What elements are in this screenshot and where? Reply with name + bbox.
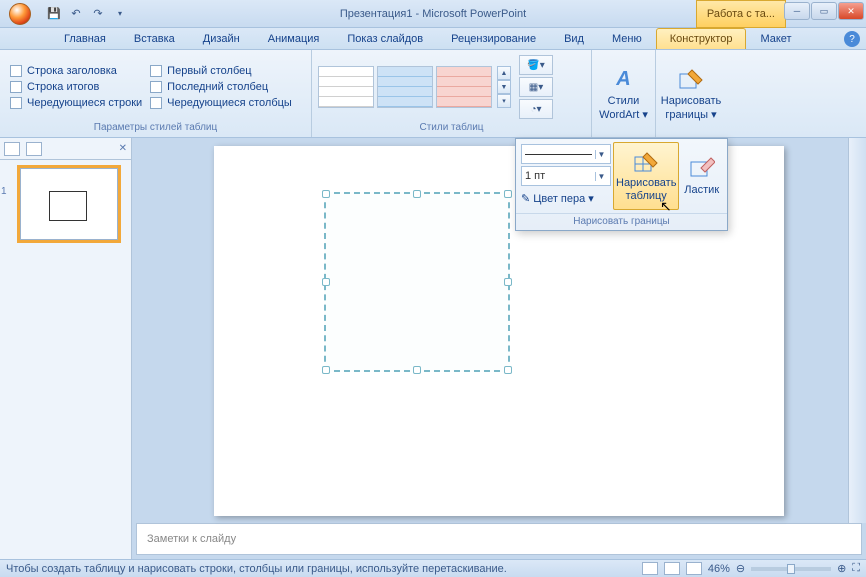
zoom-in-button[interactable]: ⊕ (837, 562, 846, 575)
tab-slideshow[interactable]: Показ слайдов (333, 28, 437, 49)
check-header-row[interactable]: Строка заголовка (10, 65, 142, 77)
maximize-button[interactable]: ▭ (811, 2, 837, 20)
notes-placeholder: Заметки к слайду (147, 533, 236, 545)
wordart-icon: A (610, 65, 638, 93)
gallery-up-icon[interactable]: ▲ (497, 66, 511, 80)
table-selection-frame[interactable] (324, 192, 510, 372)
window-controls: ─ ▭ ✕ (784, 2, 864, 20)
tab-view[interactable]: Вид (550, 28, 598, 49)
draw-table-button[interactable]: Нарисовать таблицу (613, 142, 679, 210)
eraser-icon (689, 156, 715, 182)
office-button[interactable] (0, 0, 40, 28)
tab-constructor[interactable]: Конструктор (656, 28, 747, 49)
style-thumb-1[interactable] (318, 66, 374, 108)
normal-view-button[interactable] (642, 562, 658, 575)
group-title-styles: Стили таблиц (318, 121, 585, 134)
eraser-button[interactable]: Ластик (679, 142, 724, 210)
effects-button[interactable]: ◔▾ (519, 99, 553, 119)
check-last-column[interactable]: Последний столбец (150, 81, 292, 93)
slides-panel-tabs: ✕ (0, 138, 131, 160)
table-styles-gallery[interactable]: ▲ ▼ ▾ (318, 66, 511, 108)
status-hint: Чтобы создать таблицу и нарисовать строк… (6, 563, 507, 575)
check-first-column[interactable]: Первый столбец (150, 65, 292, 77)
tab-menu[interactable]: Меню (598, 28, 656, 49)
canvas-area: Заметки к слайду (132, 138, 866, 559)
gallery-more-icon[interactable]: ▾ (497, 94, 511, 108)
group-title-options: Параметры стилей таблиц (6, 121, 305, 134)
panel-close-icon[interactable]: ✕ (119, 143, 127, 154)
save-icon[interactable]: 💾 (46, 6, 62, 22)
draw-borders-icon (677, 65, 705, 93)
borders-button[interactable]: ▦▾ (519, 77, 553, 97)
style-thumb-2[interactable] (377, 66, 433, 108)
tab-home[interactable]: Главная (50, 28, 120, 49)
zoom-value: 46% (708, 563, 730, 575)
slide-number: 1 (1, 186, 7, 197)
ribbon-tabs: Главная Вставка Дизайн Анимация Показ сл… (0, 28, 866, 50)
undo-icon[interactable]: ↶ (68, 6, 84, 22)
group-table-style-options: Строка заголовка Строка итогов Чередующи… (0, 50, 312, 137)
pen-color-button[interactable]: ✎ Цвет пера ▾ (521, 188, 611, 208)
slides-tab-icon[interactable] (4, 142, 20, 156)
draw-borders-popup: ▼ 1 пт ▼ ✎ Цвет пера ▾ Нарисовать таблиц… (515, 138, 728, 231)
vertical-scrollbar[interactable] (848, 138, 866, 523)
wordart-styles-button[interactable]: A Стили WordArt ▾ (598, 61, 649, 127)
status-bar: Чтобы создать таблицу и нарисовать строк… (0, 559, 866, 577)
pen-weight-combo[interactable]: 1 пт ▼ (521, 166, 611, 186)
slide-canvas[interactable] (132, 138, 866, 523)
fit-to-window-button[interactable]: ⛶ (852, 562, 860, 575)
chevron-down-icon: ▼ (595, 150, 607, 159)
check-banded-columns[interactable]: Чередующиеся столбцы (150, 97, 292, 109)
notes-pane[interactable]: Заметки к слайду (136, 523, 862, 555)
check-total-row[interactable]: Строка итогов (10, 81, 142, 93)
draw-table-icon (633, 149, 659, 175)
tab-layout[interactable]: Макет (746, 28, 805, 49)
chevron-down-icon: ▼ (595, 172, 607, 181)
shading-button[interactable]: 🪣▾ (519, 55, 553, 75)
titlebar: 💾 ↶ ↷ ▾ Презентация1 - Microsoft PowerPo… (0, 0, 866, 28)
style-thumb-3[interactable] (436, 66, 492, 108)
redo-icon[interactable]: ↷ (90, 6, 106, 22)
ribbon: Строка заголовка Строка итогов Чередующи… (0, 50, 866, 138)
minimize-button[interactable]: ─ (784, 2, 810, 20)
group-draw-borders: Нарисовать границы ▾ (656, 50, 724, 137)
popup-group-title: Нарисовать границы (516, 213, 727, 230)
tab-review[interactable]: Рецензирование (437, 28, 550, 49)
draw-borders-button[interactable]: Нарисовать границы ▾ (662, 61, 720, 127)
window-title: Презентация1 - Microsoft PowerPoint (340, 8, 526, 20)
sorter-view-button[interactable] (664, 562, 680, 575)
zoom-out-button[interactable]: ⊖ (736, 562, 745, 575)
work-area: ✕ 1 Заме (0, 138, 866, 559)
qat-more-icon[interactable]: ▾ (112, 6, 128, 22)
close-button[interactable]: ✕ (838, 2, 864, 20)
group-wordart: A Стили WordArt ▾ (592, 50, 656, 137)
tab-design[interactable]: Дизайн (189, 28, 254, 49)
slide-thumbnail-1[interactable] (20, 168, 118, 240)
tab-animation[interactable]: Анимация (254, 28, 334, 49)
contextual-tab-label: Работа с та... (696, 0, 786, 28)
thumbnail-content-rect (49, 191, 87, 221)
zoom-slider[interactable] (751, 567, 831, 571)
help-icon[interactable]: ? (844, 31, 860, 47)
check-banded-rows[interactable]: Чередующиеся строки (10, 97, 142, 109)
slides-panel: ✕ 1 (0, 138, 132, 559)
pen-style-combo[interactable]: ▼ (521, 144, 611, 164)
quick-access-toolbar: 💾 ↶ ↷ ▾ (40, 6, 134, 22)
tab-insert[interactable]: Вставка (120, 28, 189, 49)
pen-icon: ✎ (521, 192, 530, 205)
slideshow-view-button[interactable] (686, 562, 702, 575)
gallery-down-icon[interactable]: ▼ (497, 80, 511, 94)
line-style-sample (525, 154, 592, 155)
group-table-styles: ▲ ▼ ▾ 🪣▾ ▦▾ ◔▾ Стили таблиц (312, 50, 592, 137)
outline-tab-icon[interactable] (26, 142, 42, 156)
